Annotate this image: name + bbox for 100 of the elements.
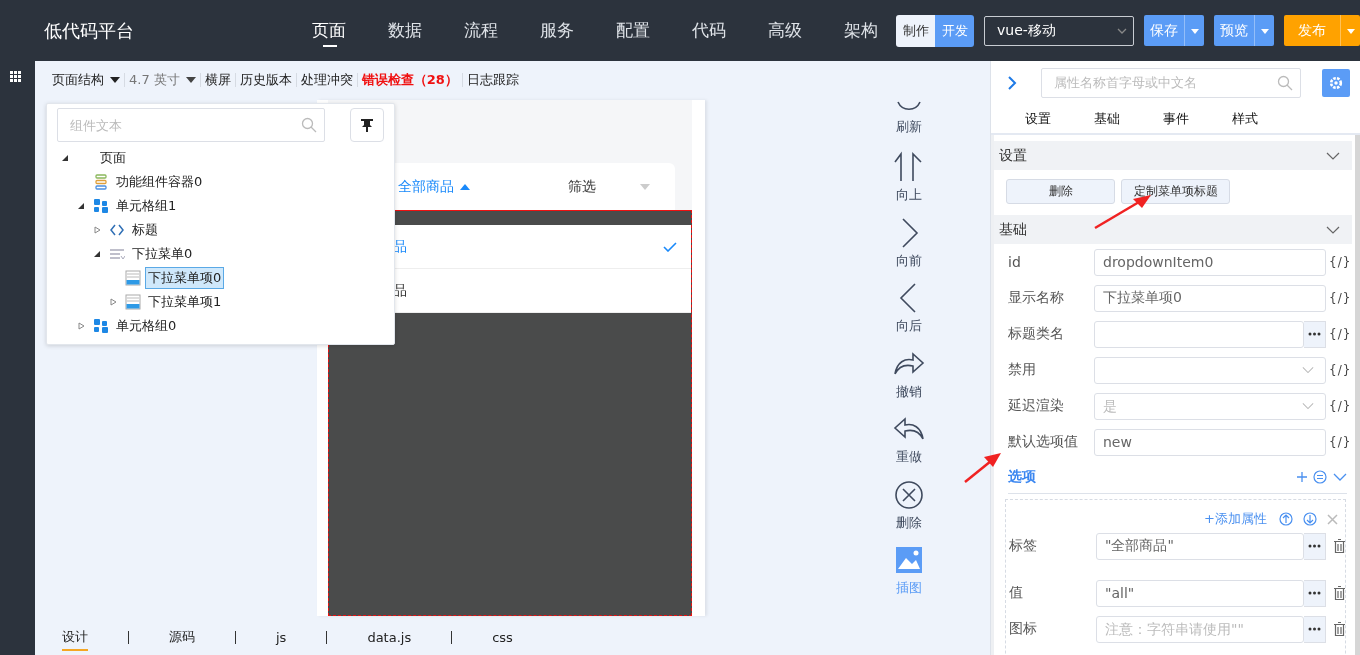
tree-item[interactable]: 功能组件容器0 bbox=[113, 171, 206, 193]
binding-toggle[interactable]: {/} bbox=[1329, 363, 1352, 377]
binding-toggle[interactable]: {/} bbox=[1329, 435, 1352, 449]
nav-tab[interactable]: 服务 bbox=[540, 19, 574, 42]
toolbar-item[interactable]: 4.7 英寸 bbox=[128, 71, 197, 89]
dropdown-toggle[interactable] bbox=[1254, 15, 1274, 46]
tool-button[interactable]: 重做 bbox=[893, 413, 925, 479]
editor-tab[interactable]: css bbox=[492, 625, 513, 650]
editor-tab[interactable]: js bbox=[276, 625, 287, 650]
plus-icon[interactable] bbox=[1297, 471, 1307, 482]
chevron-down-icon[interactable] bbox=[1333, 472, 1347, 481]
list-icon bbox=[109, 246, 125, 262]
tree-item[interactable]: 下拉菜单项0 bbox=[145, 267, 225, 289]
binding-toggle[interactable]: {/} bbox=[1329, 255, 1352, 269]
input-field[interactable] bbox=[1094, 320, 1304, 348]
tree-item[interactable]: 下拉菜单项1 bbox=[145, 291, 225, 313]
input-field[interactable]: "all" bbox=[1096, 579, 1304, 607]
more-button[interactable] bbox=[1304, 532, 1326, 560]
settings-button[interactable] bbox=[1322, 68, 1350, 97]
tool-button[interactable]: 向后 bbox=[893, 282, 925, 348]
more-button[interactable] bbox=[1304, 579, 1326, 607]
chevron-right-icon[interactable] bbox=[1007, 74, 1017, 91]
input-field[interactable] bbox=[1094, 356, 1326, 384]
image-icon bbox=[893, 544, 925, 576]
trash-icon[interactable] bbox=[1334, 622, 1345, 636]
trash-icon[interactable] bbox=[1334, 539, 1345, 553]
dropdown-tab[interactable]: 全部商品 bbox=[398, 177, 568, 196]
section-header[interactable]: 基础 bbox=[994, 215, 1352, 244]
input-field[interactable]: new bbox=[1094, 428, 1326, 456]
toolbar-item[interactable]: 横屏 bbox=[203, 71, 232, 89]
trash-icon[interactable] bbox=[1334, 586, 1345, 600]
dots-icon bbox=[1308, 627, 1321, 631]
arrow-up-circle-icon[interactable] bbox=[1279, 512, 1293, 526]
search-field[interactable]: 属性名称首字母或中文名 bbox=[1041, 67, 1301, 98]
panel-button[interactable]: 删除 bbox=[1006, 179, 1115, 204]
tree-item[interactable]: 页面 bbox=[97, 147, 129, 169]
binding-toggle[interactable]: {/} bbox=[1329, 327, 1352, 341]
pin-icon bbox=[359, 117, 375, 133]
panel-tab[interactable]: 设置 bbox=[1025, 109, 1094, 128]
input-field[interactable]: dropdownItem0 bbox=[1094, 248, 1326, 276]
panel-tab[interactable]: 事件 bbox=[1163, 109, 1232, 128]
more-button[interactable] bbox=[1304, 615, 1326, 643]
panel-tab[interactable]: 基础 bbox=[1094, 109, 1163, 128]
panel-button[interactable]: 定制菜单项标题 bbox=[1121, 179, 1230, 204]
tool-button[interactable]: 撤销 bbox=[893, 347, 925, 413]
binding-toggle[interactable]: {/} bbox=[1329, 399, 1352, 413]
binding-toggle[interactable]: {/} bbox=[1329, 291, 1352, 305]
tool-button[interactable]: 向前 bbox=[893, 216, 925, 282]
nav-tab[interactable]: 代码 bbox=[692, 19, 726, 42]
nav-tab[interactable]: 架构 bbox=[844, 19, 878, 42]
input-field[interactable]: 是 bbox=[1094, 392, 1326, 420]
toolbar-item[interactable]: 页面结构 bbox=[51, 71, 121, 89]
expanded-triangle-icon[interactable] bbox=[93, 250, 101, 258]
toolbar-item[interactable]: 日志跟踪 bbox=[465, 71, 520, 89]
caret-icon bbox=[110, 77, 120, 83]
dropdown-toggle[interactable] bbox=[1340, 15, 1360, 46]
nav-tab[interactable]: 流程 bbox=[464, 19, 498, 42]
collapsed-triangle-icon[interactable] bbox=[77, 322, 85, 330]
tool-button[interactable]: 刷新 bbox=[893, 101, 925, 151]
mode-toggle-option[interactable]: 制作 bbox=[896, 14, 935, 47]
nav-tab[interactable]: 页面 bbox=[312, 19, 346, 42]
search-icon bbox=[301, 117, 317, 133]
tree-item[interactable]: 标题 bbox=[129, 219, 161, 241]
nav-tab[interactable]: 配置 bbox=[616, 19, 650, 42]
tree-item[interactable]: 下拉菜单0 bbox=[129, 243, 196, 265]
editor-tab[interactable]: 设计 bbox=[62, 624, 88, 651]
tool-button[interactable]: 删除 bbox=[893, 478, 925, 544]
pin-button[interactable] bbox=[350, 108, 384, 142]
arrow-down-circle-icon[interactable] bbox=[1303, 512, 1317, 526]
collapsed-triangle-icon[interactable] bbox=[109, 298, 117, 306]
nav-tab[interactable]: 数据 bbox=[388, 19, 422, 42]
tool-button[interactable]: 向上 bbox=[893, 151, 925, 217]
chevron-down-icon bbox=[1117, 27, 1127, 34]
dropdown-tab[interactable]: 筛选 bbox=[568, 177, 650, 196]
error-check-link[interactable]: 错误检查（28） bbox=[360, 71, 459, 89]
framework-select[interactable]: vue-移动 bbox=[984, 15, 1134, 46]
expanded-triangle-icon[interactable] bbox=[61, 154, 69, 162]
editor-tab[interactable]: 源码 bbox=[169, 624, 195, 651]
search-field[interactable]: 组件文本 bbox=[57, 108, 325, 142]
dropdown-toggle[interactable] bbox=[1184, 15, 1204, 46]
input-field[interactable]: 注意：字符串请使用"" bbox=[1096, 615, 1304, 643]
editor-tab[interactable]: data.js bbox=[367, 625, 412, 650]
nav-tab[interactable]: 高级 bbox=[768, 19, 802, 42]
section-header[interactable]: 设置 bbox=[994, 141, 1352, 170]
active-indicator bbox=[323, 45, 337, 47]
input-field[interactable]: 下拉菜单项0 bbox=[1094, 284, 1326, 312]
toolbar-item[interactable]: 历史版本 bbox=[238, 71, 293, 89]
dots-icon bbox=[1308, 591, 1321, 595]
tree-item[interactable]: 单元格组0 bbox=[113, 315, 180, 337]
input-field[interactable]: "全部商品" bbox=[1096, 532, 1304, 560]
chevron-down-icon bbox=[1302, 366, 1314, 374]
toolbar-item[interactable]: 处理冲突 bbox=[299, 71, 354, 89]
tree-item[interactable]: 单元格组1 bbox=[113, 195, 180, 217]
close-icon[interactable] bbox=[1327, 513, 1338, 525]
expanded-triangle-icon[interactable] bbox=[77, 202, 85, 210]
collapsed-triangle-icon[interactable] bbox=[93, 226, 101, 234]
grid-icon[interactable] bbox=[10, 71, 21, 82]
more-button[interactable] bbox=[1304, 320, 1326, 348]
field-label: 图标 bbox=[1009, 620, 1038, 638]
panel-tab[interactable]: 样式 bbox=[1232, 109, 1301, 128]
